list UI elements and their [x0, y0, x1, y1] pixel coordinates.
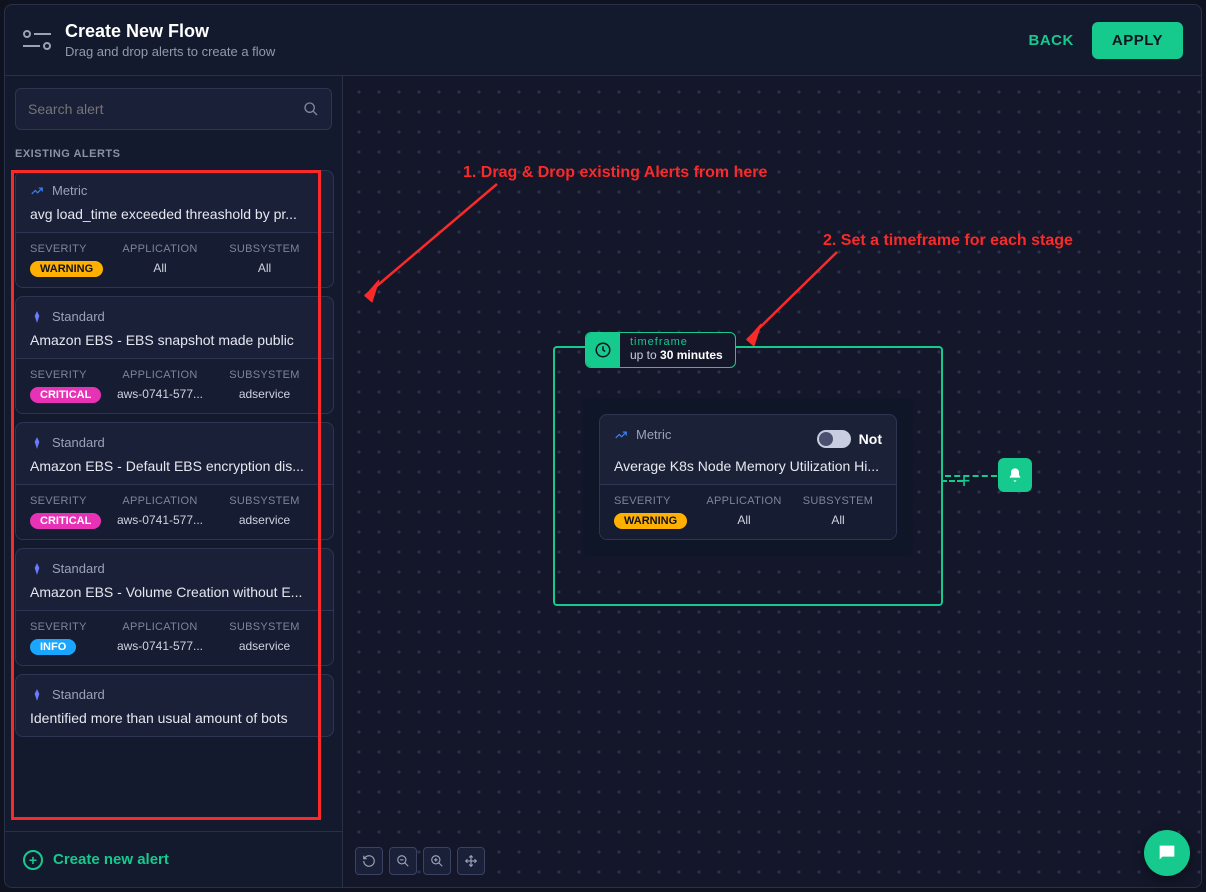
reset-view-button[interactable]: [355, 847, 383, 875]
standard-icon: [30, 688, 44, 702]
alert-title: avg load_time exceeded threashold by pr.…: [30, 206, 319, 222]
canvas-toolbar: [355, 847, 485, 875]
bell-icon: [1007, 467, 1023, 483]
bell-connector: [945, 475, 997, 477]
flow-icon: [23, 26, 51, 54]
timeframe-label: timeframe: [630, 336, 723, 348]
annotation-arrow-1: [347, 176, 517, 316]
apply-button[interactable]: APPLY: [1092, 22, 1183, 59]
alert-title: Amazon EBS - Volume Creation without E..…: [30, 584, 319, 600]
timeframe-value: up to 30 minutes: [630, 348, 723, 362]
alert-title: Amazon EBS - Default EBS encryption dis.…: [30, 458, 319, 474]
back-button[interactable]: BACK: [1029, 32, 1074, 49]
alert-title: Identified more than usual amount of bot…: [30, 710, 319, 726]
alert-card[interactable]: Standard Amazon EBS - EBS snapshot made …: [15, 296, 334, 414]
add-stage-button[interactable]: +: [953, 470, 975, 492]
not-toggle[interactable]: [817, 430, 851, 448]
severity-badge: INFO: [30, 639, 76, 655]
page-title: Create New Flow: [65, 21, 275, 42]
search-input[interactable]: [28, 101, 303, 117]
flow-canvas[interactable]: 1. Drag & Drop existing Alerts from here…: [343, 76, 1201, 887]
standard-icon: [30, 562, 44, 576]
notification-button[interactable]: [998, 458, 1032, 492]
clock-icon: [586, 333, 620, 367]
zoom-in-button[interactable]: [423, 847, 451, 875]
annotation-arrow-2: [727, 246, 847, 356]
search-icon: [303, 101, 319, 117]
alert-list[interactable]: Metric avg load_time exceeded threashold…: [5, 170, 342, 831]
alert-card[interactable]: Metric avg load_time exceeded threashold…: [15, 170, 334, 288]
page-header: Create New Flow Drag and drop alerts to …: [4, 4, 1202, 76]
flow-stage[interactable]: timeframe up to 30 minutes Metric: [553, 346, 943, 606]
metric-icon: [30, 184, 44, 198]
pan-button[interactable]: [457, 847, 485, 875]
standard-icon: [30, 436, 44, 450]
severity-badge: WARNING: [30, 261, 103, 277]
create-new-alert-button[interactable]: + Create new alert: [5, 831, 342, 887]
alert-card[interactable]: Standard Identified more than usual amou…: [15, 674, 334, 737]
existing-alerts-label: EXISTING ALERTS: [5, 142, 342, 170]
annotation-2: 2. Set a timeframe for each stage: [823, 232, 1073, 250]
metric-icon: [614, 428, 628, 442]
standard-icon: [30, 310, 44, 324]
plus-icon: +: [23, 850, 43, 870]
chat-support-button[interactable]: [1144, 830, 1190, 876]
alert-card[interactable]: Standard Amazon EBS - Default EBS encryp…: [15, 422, 334, 540]
stage-alert-title: Average K8s Node Memory Utilization Hi..…: [614, 458, 882, 474]
alert-card[interactable]: Standard Amazon EBS - Volume Creation wi…: [15, 548, 334, 666]
page-subtitle: Drag and drop alerts to create a flow: [65, 44, 275, 59]
chat-icon: [1156, 842, 1178, 864]
not-label: Not: [859, 431, 882, 447]
search-input-wrap[interactable]: [15, 88, 332, 130]
timeframe-box[interactable]: timeframe up to 30 minutes: [585, 332, 736, 368]
severity-badge: WARNING: [614, 513, 687, 529]
stage-alert-card[interactable]: Metric Not Average K8s Node Memory Utili…: [599, 414, 897, 540]
sidebar: EXISTING ALERTS Metric avg load_time exc…: [5, 76, 343, 887]
zoom-out-button[interactable]: [389, 847, 417, 875]
severity-badge: CRITICAL: [30, 387, 101, 403]
alert-title: Amazon EBS - EBS snapshot made public: [30, 332, 319, 348]
severity-badge: CRITICAL: [30, 513, 101, 529]
